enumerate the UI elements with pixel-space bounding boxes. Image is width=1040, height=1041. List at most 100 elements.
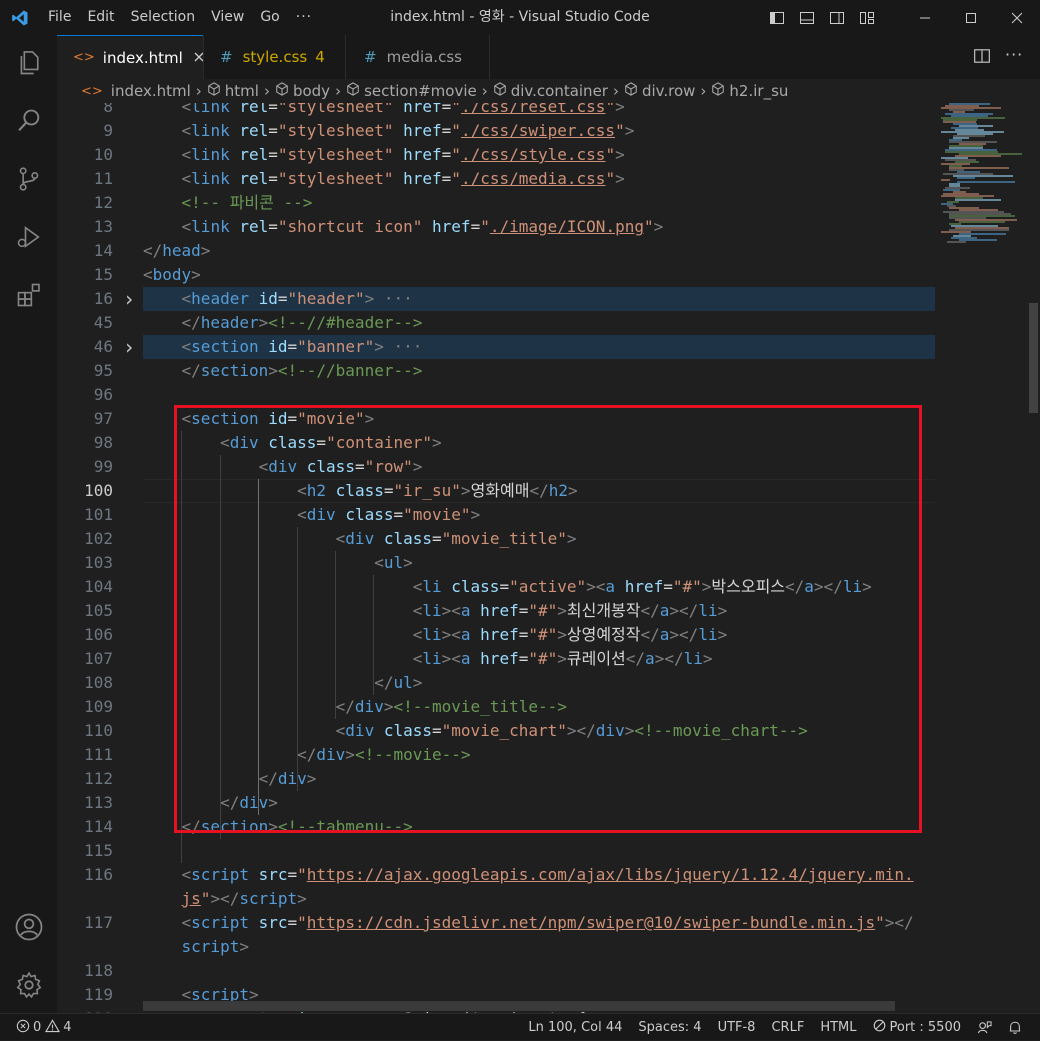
element-cube-icon: [624, 82, 638, 100]
accounts-icon[interactable]: [0, 903, 57, 951]
tab-index-html[interactable]: <> index.html: [57, 35, 204, 79]
tab-style-css[interactable]: # style.css 4: [203, 35, 346, 79]
code-line[interactable]: 102 <div class="movie_title">: [57, 527, 935, 551]
breadcrumb-item[interactable]: h2.ir_su: [711, 82, 788, 100]
code-line[interactable]: 12 <!-- 파비콘 -->: [57, 191, 935, 215]
code-editor[interactable]: 8 <link rel="stylesheet" href="./css/res…: [57, 103, 935, 1013]
minimap[interactable]: [935, 103, 1027, 1013]
code-line[interactable]: 103 <ul>: [57, 551, 935, 575]
code-text: js"></script>: [181, 889, 307, 908]
code-line[interactable]: 107 <li><a href="#">큐레이션</a></li>: [57, 647, 935, 671]
code-line[interactable]: js"></script>: [57, 887, 935, 911]
code-line[interactable]: 112 </div>: [57, 767, 935, 791]
live-server-port[interactable]: Port : 5500: [865, 1019, 970, 1036]
code-text: </div><!--movie_title-->: [335, 697, 567, 716]
horizontal-scrollbar[interactable]: [143, 1001, 895, 1011]
breadcrumb-item[interactable]: div.container: [493, 82, 608, 100]
code-line[interactable]: 105 <li><a href="#">최신개봉작</a></li>: [57, 599, 935, 623]
minimap-line: [957, 177, 975, 179]
fold-chevron-icon[interactable]: ›: [121, 335, 137, 359]
menu-go[interactable]: Go: [252, 0, 287, 35]
end-of-line[interactable]: CRLF: [763, 1020, 812, 1035]
code-line[interactable]: 95 </section><!--//banner-->: [57, 359, 935, 383]
code-line[interactable]: 104 <li class="active"><a href="#">박스오피스…: [57, 575, 935, 599]
vscode-logo-icon: [0, 0, 40, 35]
code-line[interactable]: 15 <body>: [57, 263, 935, 287]
breadcrumb-item[interactable]: div.row: [624, 82, 695, 100]
code-line[interactable]: 16 › <header id="header"> ···: [57, 287, 935, 311]
notifications-bell-icon[interactable]: [1000, 1020, 1030, 1035]
tab-media-css[interactable]: # media.css: [346, 35, 490, 79]
breadcrumb-item[interactable]: html: [207, 82, 259, 100]
menu-more[interactable]: ···: [288, 0, 320, 35]
breadcrumb-item[interactable]: section#movie: [346, 82, 477, 100]
code-line[interactable]: 45 </header><!--//#header-->: [57, 311, 935, 335]
feedback-icon[interactable]: [969, 1020, 1000, 1035]
language-mode[interactable]: HTML: [812, 1020, 864, 1035]
minimap-line: [959, 221, 1005, 223]
code-line[interactable]: 9 <link rel="stylesheet" href="./css/swi…: [57, 119, 935, 143]
menu-view[interactable]: View: [203, 0, 252, 35]
code-line[interactable]: 46 › <section id="banner"> ···: [57, 335, 935, 359]
line-number: 116: [84, 865, 113, 884]
run-debug-icon[interactable]: [0, 213, 57, 261]
toggle-primary-sidebar-icon[interactable]: [762, 0, 792, 35]
toggle-panel-icon[interactable]: [792, 0, 822, 35]
menu-selection[interactable]: Selection: [123, 0, 204, 35]
menu-file[interactable]: File: [40, 0, 79, 35]
code-line[interactable]: 10 <link rel="stylesheet" href="./css/st…: [57, 143, 935, 167]
settings-gear-icon[interactable]: [0, 961, 57, 1009]
code-line[interactable]: 113 </div>: [57, 791, 935, 815]
code-line[interactable]: 99 <div class="row">: [57, 455, 935, 479]
code-line[interactable]: 116 <script src="https://ajax.googleapis…: [57, 863, 935, 887]
extensions-icon[interactable]: [0, 271, 57, 319]
code-line[interactable]: 110 <div class="movie_chart"></div><!--m…: [57, 719, 935, 743]
breadcrumb: <> index.html › html › body › section#mo…: [57, 79, 1040, 103]
vertical-scrollbar[interactable]: [1027, 103, 1040, 1013]
scrollbar-thumb[interactable]: [1029, 303, 1038, 413]
customize-layout-icon[interactable]: [852, 0, 882, 35]
code-line[interactable]: 111 </div><!--movie-->: [57, 743, 935, 767]
breadcrumb-item[interactable]: <> index.html: [81, 82, 191, 100]
code-line[interactable]: 106 <li><a href="#">상영예정작</a></li>: [57, 623, 935, 647]
search-icon[interactable]: [0, 97, 57, 145]
menu-edit[interactable]: Edit: [79, 0, 122, 35]
line-number: 108: [84, 673, 113, 692]
maximize-icon[interactable]: [948, 0, 994, 35]
indentation[interactable]: Spaces: 4: [630, 1020, 709, 1035]
code-line[interactable]: 118: [57, 959, 935, 983]
code-line[interactable]: 108 </ul>: [57, 671, 935, 695]
more-actions-icon[interactable]: ···: [1005, 45, 1023, 64]
minimize-icon[interactable]: [902, 0, 948, 35]
line-number: 96: [93, 385, 113, 404]
code-line[interactable]: 11 <link rel="stylesheet" href="./css/me…: [57, 167, 935, 191]
fold-chevron-icon[interactable]: ›: [121, 287, 137, 311]
line-number: 45: [93, 313, 113, 332]
code-line[interactable]: 96: [57, 383, 935, 407]
source-control-icon[interactable]: [0, 155, 57, 203]
code-line[interactable]: 100 <h2 class="ir_su">영화예매</h2>: [57, 479, 935, 503]
line-number: 11: [93, 169, 113, 188]
split-editor-icon[interactable]: [973, 47, 991, 69]
code-line[interactable]: 13 <link rel="shortcut icon" href="./ima…: [57, 215, 935, 239]
code-line[interactable]: 114 </section><!--tabmenu-->: [57, 815, 935, 839]
code-text: <script src="https://ajax.googleapis.com…: [181, 865, 914, 884]
problems-status[interactable]: 0 4: [10, 1018, 80, 1037]
code-line[interactable]: 98 <div class="container">: [57, 431, 935, 455]
code-line[interactable]: script>: [57, 935, 935, 959]
code-line[interactable]: 117 <script src="https://cdn.jsdelivr.ne…: [57, 911, 935, 935]
code-line[interactable]: 14 </head>: [57, 239, 935, 263]
explorer-icon[interactable]: [0, 39, 57, 87]
encoding[interactable]: UTF-8: [710, 1020, 764, 1035]
code-line[interactable]: 109 </div><!--movie_title-->: [57, 695, 935, 719]
code-line[interactable]: 101 <div class="movie">: [57, 503, 935, 527]
indent-guide: [335, 551, 336, 719]
code-line[interactable]: 97 <section id="movie">: [57, 407, 935, 431]
activity-bar: [0, 35, 57, 1013]
breadcrumb-item[interactable]: body: [275, 82, 330, 100]
close-icon[interactable]: [994, 0, 1040, 35]
toggle-secondary-sidebar-icon[interactable]: [822, 0, 852, 35]
code-line[interactable]: 115: [57, 839, 935, 863]
code-line[interactable]: 8 <link rel="stylesheet" href="./css/res…: [57, 103, 935, 119]
cursor-position[interactable]: Ln 100, Col 44: [520, 1020, 630, 1035]
